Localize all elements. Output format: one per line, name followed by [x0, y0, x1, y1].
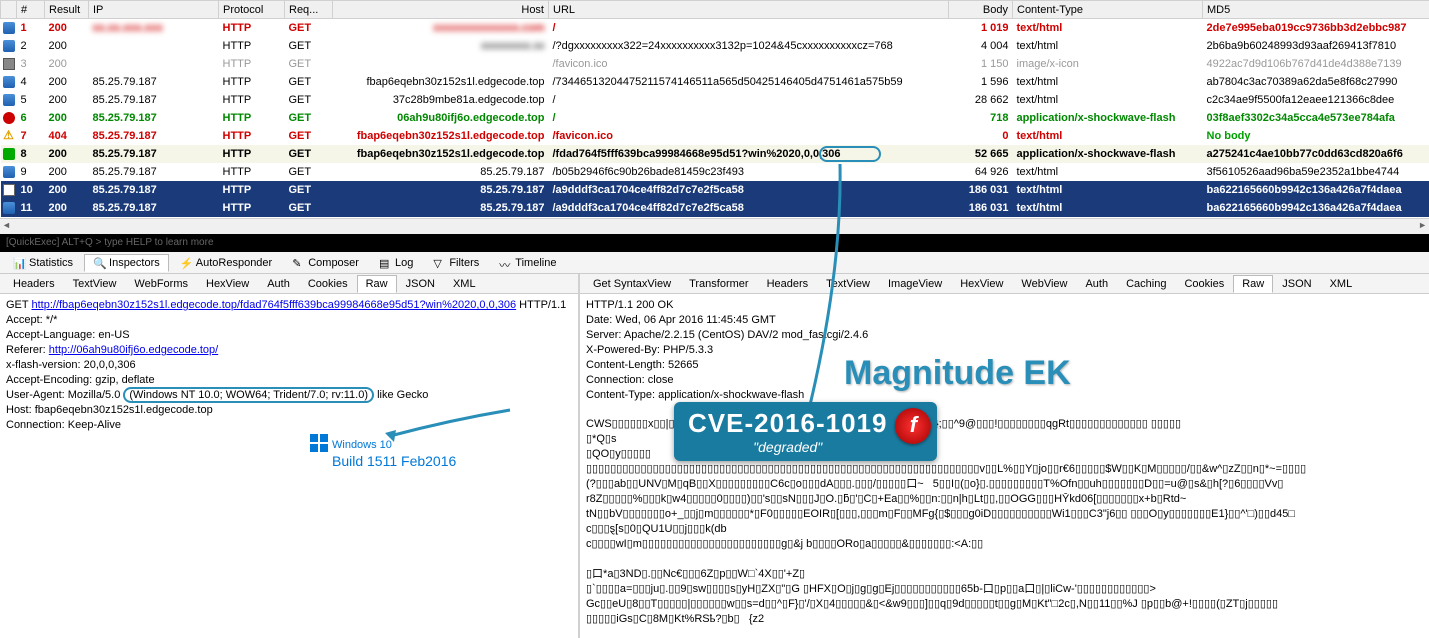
subtab-hexview[interactable]: HexView [197, 275, 258, 293]
col-url[interactable]: URL [549, 1, 949, 19]
tab-autoresponder[interactable]: ⚡AutoResponder [171, 254, 281, 272]
subtab-textview[interactable]: TextView [64, 275, 126, 293]
request-subtabs: HeadersTextViewWebFormsHexViewAuthCookie… [0, 274, 578, 294]
statistics-icon: 📊 [13, 257, 25, 269]
request-url-link[interactable]: http://fbap6eqebn30z152s1l.edgecode.top/… [31, 299, 516, 311]
quickexec-bar[interactable]: [QuickExec] ALT+Q > type HELP to learn m… [0, 234, 1429, 252]
subtab-json[interactable]: JSON [397, 275, 444, 293]
subtab-textview[interactable]: TextView [817, 275, 879, 293]
tab-filters[interactable]: ▽Filters [424, 254, 488, 272]
tab-log[interactable]: ▤Log [370, 254, 422, 272]
session-table: # Result IP Protocol Req... Host URL Bod… [0, 0, 1429, 217]
col-md5[interactable]: MD5 [1203, 1, 1429, 19]
doc-icon [3, 184, 15, 196]
table-row[interactable]: 1200xx.xx.xxx.xxxHTTPGETxxxxxxxxxxxxxx.c… [1, 19, 1429, 37]
table-row[interactable]: 2200HTTPGETxxxxxxxxx.xx/?dgxxxxxxxxx322=… [1, 37, 1429, 55]
subtab-json[interactable]: JSON [1273, 275, 1320, 293]
response-subtabs: Get SyntaxViewTransformerHeadersTextView… [580, 274, 1429, 294]
col-icon[interactable] [1, 1, 17, 19]
subtab-webforms[interactable]: WebForms [125, 275, 197, 293]
subtab-webview[interactable]: WebView [1012, 275, 1076, 293]
filters-icon: ▽ [433, 257, 445, 269]
subtab-cookies[interactable]: Cookies [1175, 275, 1233, 293]
blue-icon [3, 22, 15, 34]
request-list: # Result IP Protocol Req... Host URL Bod… [0, 0, 1429, 218]
table-row[interactable]: 1020085.25.79.187HTTPGET85.25.79.187/a9d… [1, 181, 1429, 199]
table-row[interactable]: 620085.25.79.187HTTPGET06ah9u80ifj6o.edg… [1, 109, 1429, 127]
blue-icon [3, 40, 15, 52]
blue-icon [3, 202, 15, 214]
cve-id: CVE-2016-1019 [688, 408, 887, 439]
inspectors-icon: 🔍 [93, 257, 105, 269]
subtab-auth[interactable]: Auth [258, 275, 299, 293]
table-row[interactable]: 820085.25.79.187HTTPGETfbap6eqebn30z152s… [1, 145, 1429, 163]
blue-icon [3, 94, 15, 106]
table-row[interactable]: 1120085.25.79.187HTTPGET85.25.79.187/a9d… [1, 199, 1429, 217]
subtab-caching[interactable]: Caching [1117, 275, 1175, 293]
col-num[interactable]: # [17, 1, 45, 19]
tab-timeline[interactable]: 〰Timeline [490, 254, 565, 272]
tab-composer[interactable]: ✎Composer [283, 254, 368, 272]
timeline-icon: 〰 [499, 257, 511, 269]
inspector-main-tabs: 📊Statistics🔍Inspectors⚡AutoResponder✎Com… [0, 252, 1429, 274]
blue-icon [3, 166, 15, 178]
win10-annotation: Windows 10 Build 1511 Feb2016 [310, 432, 456, 469]
col-content-type[interactable]: Content-Type [1013, 1, 1203, 19]
subtab-cookies[interactable]: Cookies [299, 275, 357, 293]
autoresponder-icon: ⚡ [180, 257, 192, 269]
annotation-title: Magnitude EK [844, 354, 1071, 393]
blue-icon [3, 76, 15, 88]
table-row[interactable]: 420085.25.79.187HTTPGETfbap6eqebn30z152s… [1, 73, 1429, 91]
subtab-transformer[interactable]: Transformer [680, 275, 758, 293]
flash-logo-icon: f [895, 408, 931, 444]
table-row[interactable]: ⚠740485.25.79.187HTTPGETfbap6eqebn30z152… [1, 127, 1429, 145]
subtab-hexview[interactable]: HexView [951, 275, 1012, 293]
col-body[interactable]: Body [949, 1, 1013, 19]
subtab-headers[interactable]: Headers [758, 275, 818, 293]
subtab-raw[interactable]: Raw [357, 275, 397, 293]
cve-note: "degraded" [688, 439, 887, 455]
cve-badge: CVE-2016-1019 "degraded" f [674, 402, 937, 461]
col-result[interactable]: Result [45, 1, 89, 19]
column-header-row: # Result IP Protocol Req... Host URL Bod… [1, 1, 1429, 19]
horizontal-scrollbar[interactable] [0, 218, 1429, 234]
subtab-get-syntaxview[interactable]: Get SyntaxView [584, 275, 680, 293]
referer-link[interactable]: http://06ah9u80ifj6o.edgecode.top/ [49, 344, 218, 356]
log-icon: ▤ [379, 257, 391, 269]
flash-r-icon [3, 112, 15, 124]
table-row[interactable]: 3200HTTPGET/favicon.ico1 150image/x-icon… [1, 55, 1429, 73]
subtab-xml[interactable]: XML [444, 275, 485, 293]
col-method[interactable]: Req... [285, 1, 333, 19]
composer-icon: ✎ [292, 257, 304, 269]
table-row[interactable]: 920085.25.79.187HTTPGET85.25.79.187/b05b… [1, 163, 1429, 181]
warning-icon: ⚠ [3, 128, 14, 142]
ua-highlight: (Windows NT 10.0; WOW64; Trident/7.0; rv… [123, 387, 374, 403]
subtab-auth[interactable]: Auth [1076, 275, 1117, 293]
request-raw[interactable]: GET http://fbap6eqebn30z152s1l.edgecode.… [0, 294, 578, 638]
subtab-imageview[interactable]: ImageView [879, 275, 951, 293]
col-ip[interactable]: IP [89, 1, 219, 19]
table-row[interactable]: 520085.25.79.187HTTPGET37c28b9mbe81a.edg… [1, 91, 1429, 109]
flash-g-icon [3, 148, 15, 160]
tab-statistics[interactable]: 📊Statistics [4, 254, 82, 272]
tab-inspectors[interactable]: 🔍Inspectors [84, 254, 169, 272]
img-icon [3, 58, 15, 70]
windows-icon [310, 434, 328, 452]
col-host[interactable]: Host [333, 1, 549, 19]
subtab-raw[interactable]: Raw [1233, 275, 1273, 293]
subtab-headers[interactable]: Headers [4, 275, 64, 293]
subtab-xml[interactable]: XML [1321, 275, 1362, 293]
response-raw[interactable]: HTTP/1.1 200 OK Date: Wed, 06 Apr 2016 1… [580, 294, 1429, 638]
col-protocol[interactable]: Protocol [219, 1, 285, 19]
request-pane: HeadersTextViewWebFormsHexViewAuthCookie… [0, 274, 580, 638]
